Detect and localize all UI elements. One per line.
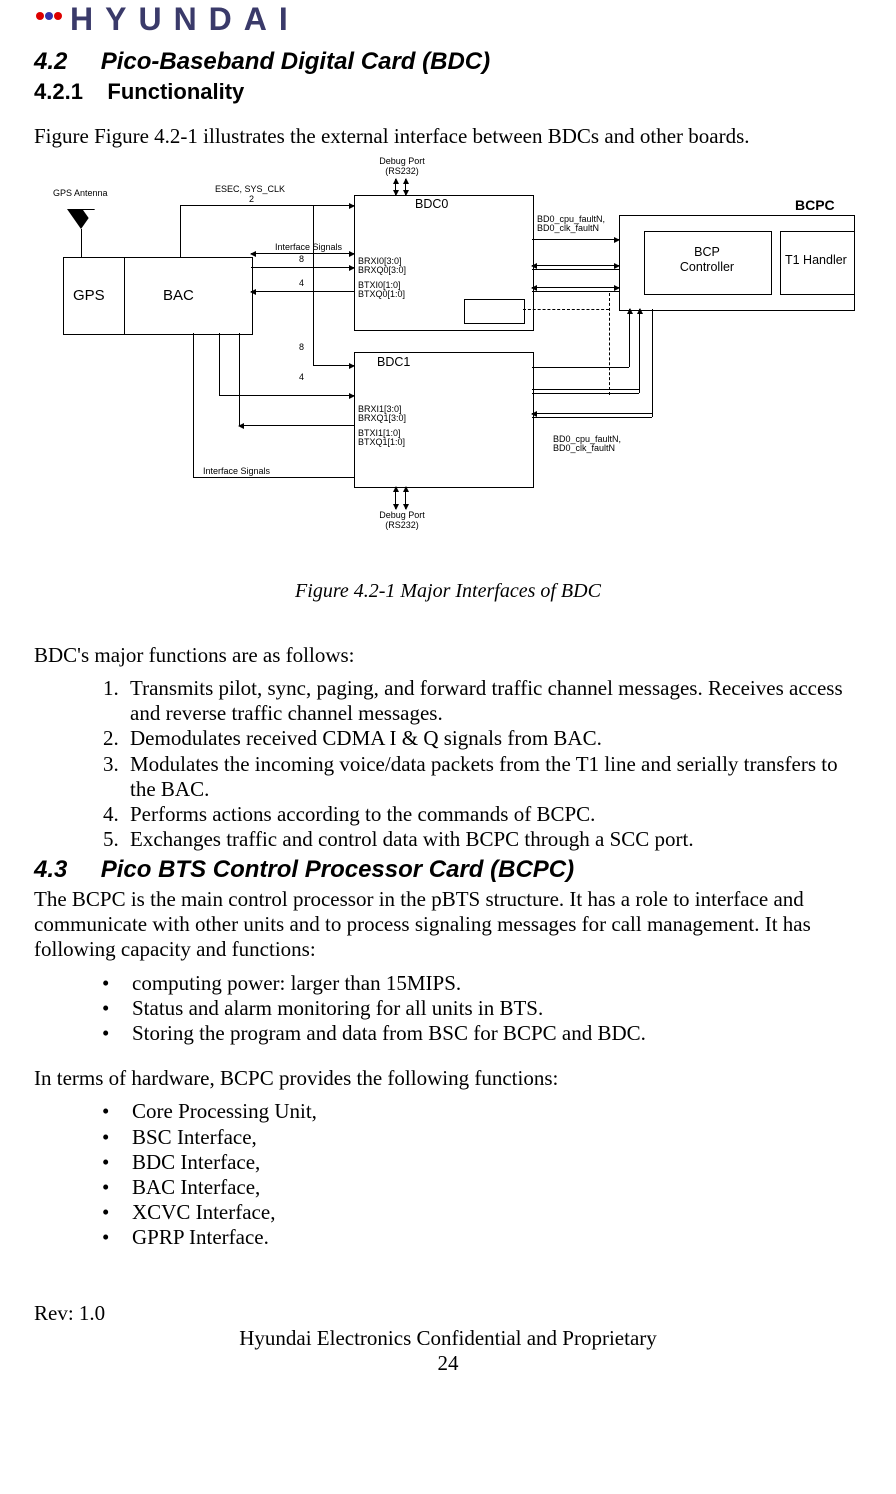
label-gps-antenna: GPS Antenna xyxy=(53,189,108,199)
label-4a: 4 xyxy=(299,279,304,289)
heading-4-3-num: 4.3 xyxy=(34,856,67,883)
label-bcp-ctrl: BCP Controller xyxy=(644,245,770,275)
footer-conf: Hyundai Electronics Confidential and Pro… xyxy=(34,1326,862,1351)
bdc-func-list: Transmits pilot, sync, paging, and forwa… xyxy=(102,676,862,852)
list-item: Demodulates received CDMA I & Q signals … xyxy=(124,726,862,751)
label-8b: 8 xyxy=(299,343,304,353)
label-gps: GPS xyxy=(73,287,105,305)
list-item: XCVC Interface, xyxy=(102,1200,862,1225)
list-item: Status and alarm monitoring for all unit… xyxy=(102,996,862,1021)
section43-para: The BCPC is the main control processor i… xyxy=(34,887,862,963)
section43-para2: In terms of hardware, BCPC provides the … xyxy=(34,1066,862,1091)
label-8a: 8 xyxy=(299,255,304,265)
intro-para: Figure Figure 4.2-1 illustrates the exte… xyxy=(34,124,862,149)
heading-4-2-num: 4.2 xyxy=(34,48,67,75)
label-iface-sig: Interface Signals xyxy=(275,243,342,253)
heading-4-3-title: Pico BTS Control Processor Card (BCPC) xyxy=(101,856,574,883)
label-4b: 4 xyxy=(299,373,304,383)
logo-text: HYUNDAI xyxy=(70,0,300,38)
figure-4-2-1: Debug Port (RS232) GPS Antenna ESEC, SYS… xyxy=(43,157,853,563)
heading-4-2-1: 4.2.1 Functionality xyxy=(34,79,862,105)
label-fault1b: BD0_clk_faultN xyxy=(553,444,615,454)
label-debug-bot: Debug Port (RS232) xyxy=(367,511,437,531)
label-bcpc: BCPC xyxy=(795,197,835,214)
footer-page: 24 xyxy=(34,1351,862,1376)
label-debug-top: Debug Port (RS232) xyxy=(367,157,437,177)
section43-bullets1: computing power: larger than 15MIPS. Sta… xyxy=(102,971,862,1047)
bdc-func-intro: BDC's major functions are as follows: xyxy=(34,643,862,668)
list-item: computing power: larger than 15MIPS. xyxy=(102,971,862,996)
list-item: Transmits pilot, sync, paging, and forwa… xyxy=(124,676,862,726)
list-item: Core Processing Unit, xyxy=(102,1099,862,1124)
footer: Rev: 1.0 Hyundai Electronics Confidentia… xyxy=(34,1301,862,1377)
heading-4-3: 4.3 Pico BTS Control Processor Card (BCP… xyxy=(34,856,862,885)
heading-4-2-1-num: 4.2.1 xyxy=(34,79,83,104)
label-two: 2 xyxy=(249,195,254,205)
label-bdc1: BDC1 xyxy=(377,355,410,370)
label-brxq1: BRXQ1[3:0] xyxy=(358,414,406,424)
label-btxq1: BTXQ1[1:0] xyxy=(358,438,405,448)
heading-4-2: 4.2 Pico-Baseband Digital Card (BDC) xyxy=(34,48,862,77)
label-bac: BAC xyxy=(163,287,194,305)
logo-mark xyxy=(34,1,64,37)
section43-bullets2: Core Processing Unit, BSC Interface, BDC… xyxy=(102,1099,862,1250)
list-item: BDC Interface, xyxy=(102,1150,862,1175)
connector-debug-top xyxy=(395,179,409,195)
page: HYUNDAI 4.2 Pico-Baseband Digital Card (… xyxy=(0,0,896,1406)
box-bdc0-inner xyxy=(464,299,525,324)
label-iface-sig2: Interface Signals xyxy=(203,467,270,477)
antenna-icon xyxy=(67,209,95,229)
list-item: Exchanges traffic and control data with … xyxy=(124,827,862,852)
list-item: Performs actions according to the comman… xyxy=(124,802,862,827)
list-item: GPRP Interface. xyxy=(102,1225,862,1250)
label-btxq0: BTXQ0[1:0] xyxy=(358,290,405,300)
list-item: Storing the program and data from BSC fo… xyxy=(102,1021,862,1046)
list-item: BSC Interface, xyxy=(102,1125,862,1150)
logo-row: HYUNDAI xyxy=(34,0,862,38)
label-bdc0: BDC0 xyxy=(415,197,448,212)
heading-4-2-1-title: Functionality xyxy=(107,79,244,104)
label-t1: T1 Handler xyxy=(785,253,847,268)
label-brxq0: BRXQ0[3:0] xyxy=(358,266,406,276)
figure-caption: Figure 4.2-1 Major Interfaces of BDC xyxy=(34,579,862,603)
list-item: Modulates the incoming voice/data packet… xyxy=(124,752,862,802)
connector-debug-bot xyxy=(395,487,409,509)
heading-4-2-title: Pico-Baseband Digital Card (BDC) xyxy=(101,48,490,75)
list-item: BAC Interface, xyxy=(102,1175,862,1200)
label-fault0b: BD0_clk_faultN xyxy=(537,224,599,234)
footer-rev: Rev: 1.0 xyxy=(34,1301,862,1326)
